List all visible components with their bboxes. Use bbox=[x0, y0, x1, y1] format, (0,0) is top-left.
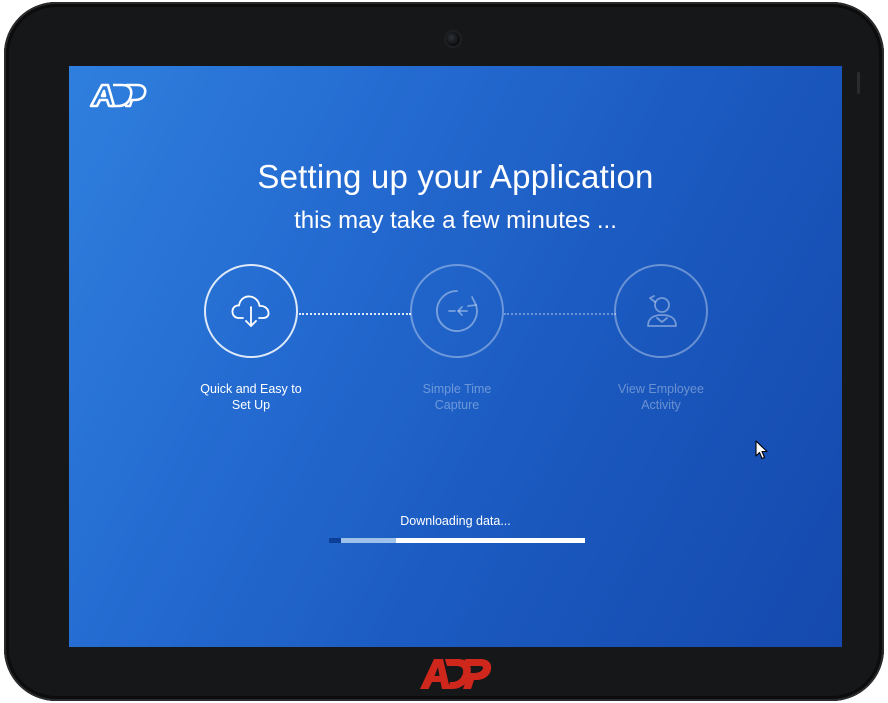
employee-icon bbox=[647, 295, 677, 327]
mouse-cursor-icon bbox=[755, 440, 768, 460]
step-circle bbox=[204, 264, 298, 358]
step-label-line1: Quick and Easy to bbox=[200, 382, 302, 396]
progress-status: Downloading data... bbox=[400, 514, 511, 528]
step-label-line2: Activity bbox=[641, 398, 681, 412]
step-circle bbox=[410, 264, 504, 358]
app-screen: Setting up your Application this may tak… bbox=[69, 66, 842, 647]
clock-arrow-icon bbox=[436, 290, 478, 332]
adp-logo-icon bbox=[89, 83, 147, 108]
cloud-download-icon bbox=[231, 295, 270, 327]
step-time-capture: Simple Time Capture bbox=[387, 264, 527, 413]
step-label: Simple Time Capture bbox=[387, 381, 527, 413]
side-sensor bbox=[857, 72, 860, 94]
progress-bar bbox=[329, 538, 585, 543]
step-circle bbox=[614, 264, 708, 358]
step-label-line1: View Employee bbox=[618, 382, 704, 396]
front-camera bbox=[446, 32, 460, 46]
tablet-device: Setting up your Application this may tak… bbox=[4, 2, 884, 701]
step-label-line2: Capture bbox=[434, 398, 480, 412]
step-label: Quick and Easy to Set Up bbox=[181, 381, 321, 413]
adp-bezel-logo-icon bbox=[420, 659, 492, 689]
page-title: Setting up your Application bbox=[257, 158, 654, 195]
progress-bar-start bbox=[329, 538, 341, 543]
page-subtitle: this may take a few minutes ... bbox=[294, 207, 617, 234]
step-label-line2: Set Up bbox=[231, 398, 271, 412]
step-label-line1: Simple Time bbox=[422, 382, 492, 396]
step-label: View Employee Activity bbox=[591, 381, 731, 413]
step-employee-activity: View Employee Activity bbox=[591, 264, 731, 413]
step-quick-setup: Quick and Easy to Set Up bbox=[181, 264, 321, 413]
